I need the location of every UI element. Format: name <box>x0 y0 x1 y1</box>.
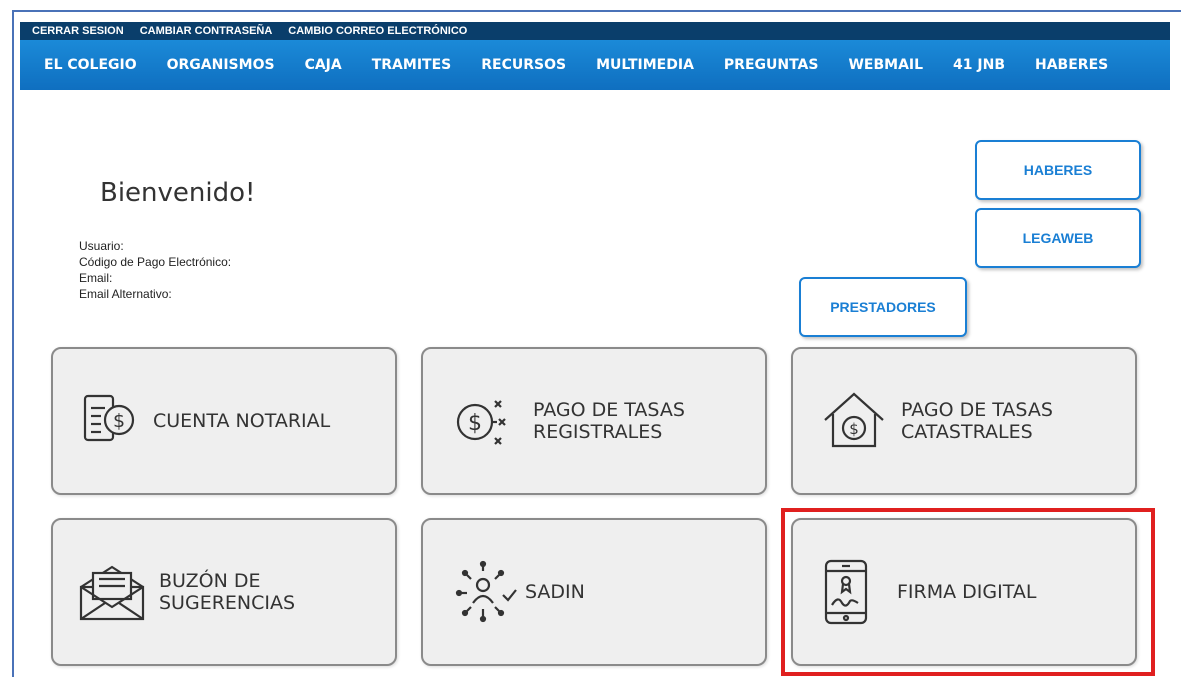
nav-preguntas[interactable]: PREGUNTAS <box>724 57 819 73</box>
tile-label-line-1: PAGO DE TASAS <box>533 399 685 421</box>
nav-recursos[interactable]: RECURSOS <box>481 57 566 73</box>
nav-organismos[interactable]: ORGANISMOS <box>167 57 275 73</box>
tile-label: BUZÓN DE SUGERENCIAS <box>159 570 295 614</box>
tile-pago-tasas-registrales[interactable]: $ PAGO DE TASAS REGISTRALES <box>421 347 767 495</box>
nav-caja[interactable]: CAJA <box>305 57 342 73</box>
email-label: Email: <box>79 271 113 285</box>
change-email-link[interactable]: CAMBIO CORREO ELECTRÓNICO <box>288 25 467 37</box>
change-password-link[interactable]: CAMBIAR CONTRASEÑA <box>140 25 273 37</box>
document-money-icon: $ <box>77 386 147 456</box>
house-money-icon: $ <box>819 386 889 456</box>
tile-label: PAGO DE TASAS CATASTRALES <box>901 399 1053 443</box>
legaweb-button[interactable]: LEGAWEB <box>975 208 1141 268</box>
logout-link[interactable]: CERRAR SESION <box>32 25 124 37</box>
tile-label-line-2: SUGERENCIAS <box>159 592 296 614</box>
prestadores-button[interactable]: PRESTADORES <box>799 277 967 337</box>
tile-cuenta-notarial[interactable]: $ CUENTA NOTARIAL <box>51 347 397 495</box>
nav-tramites[interactable]: TRAMITES <box>372 57 452 73</box>
tile-sadin[interactable]: SADIN <box>421 518 767 666</box>
usuario-label: Usuario: <box>79 239 124 253</box>
tile-pago-tasas-catastrales[interactable]: $ PAGO DE TASAS CATASTRALES <box>791 347 1137 495</box>
user-network-icon <box>451 557 521 627</box>
welcome-title: Bienvenido! <box>100 178 256 208</box>
tile-label-line-2: CATASTRALES <box>901 421 1033 443</box>
tile-buzon-sugerencias[interactable]: BUZÓN DE SUGERENCIAS <box>51 518 397 666</box>
svg-text:$: $ <box>113 410 125 432</box>
highlight-box <box>781 508 1155 676</box>
tile-label: PAGO DE TASAS REGISTRALES <box>533 399 685 443</box>
payment-code-label: Código de Pago Electrónico: <box>79 255 232 269</box>
svg-text:$: $ <box>849 420 859 438</box>
nav-multimedia[interactable]: MULTIMEDIA <box>596 57 694 73</box>
tile-label-line-1: PAGO DE TASAS <box>901 399 1053 421</box>
nav-el-colegio[interactable]: EL COLEGIO <box>44 57 137 73</box>
tile-label-line-2: REGISTRALES <box>533 421 663 443</box>
tile-label: SADIN <box>525 581 585 603</box>
envelope-letter-icon <box>77 557 147 627</box>
nav-webmail[interactable]: WEBMAIL <box>848 57 923 73</box>
money-network-icon: $ <box>447 386 517 456</box>
haberes-button[interactable]: HABERES <box>975 140 1141 200</box>
user-info: Usuario: Código de Pago Electrónico: Ema… <box>79 238 231 302</box>
svg-text:$: $ <box>468 411 482 436</box>
tile-label-line-1: BUZÓN DE <box>159 570 261 592</box>
main-nav: EL COLEGIO ORGANISMOS CAJA TRAMITES RECU… <box>20 40 1170 90</box>
alt-email-label: Email Alternativo: <box>79 287 172 301</box>
nav-haberes[interactable]: HABERES <box>1035 57 1108 73</box>
nav-41-jnb[interactable]: 41 JNB <box>953 57 1005 73</box>
top-utility-bar: CERRAR SESION CAMBIAR CONTRASEÑA CAMBIO … <box>20 22 1170 40</box>
tile-label: CUENTA NOTARIAL <box>153 410 331 432</box>
